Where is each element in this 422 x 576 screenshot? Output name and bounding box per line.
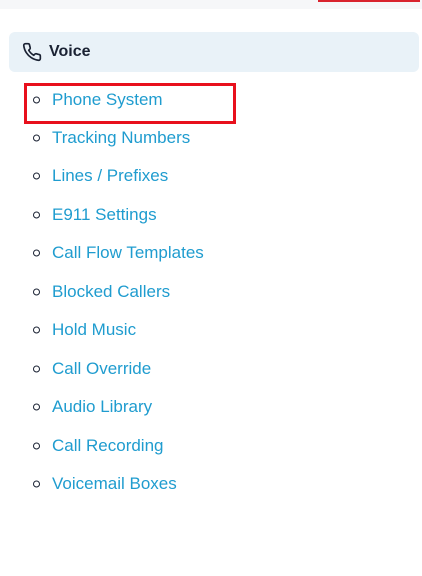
bullet-icon <box>33 134 40 142</box>
section-title: Voice <box>49 43 91 60</box>
nav-link-e911-settings[interactable]: E911 Settings <box>52 205 157 225</box>
nav-item-phone-system[interactable]: Phone System <box>0 82 300 118</box>
nav-link-hold-music[interactable]: Hold Music <box>52 320 136 340</box>
bullet-icon <box>33 96 40 104</box>
nav-item-voicemail-boxes[interactable]: Voicemail Boxes <box>0 466 300 502</box>
bullet-icon <box>33 172 40 180</box>
bullet-icon <box>33 403 40 411</box>
bullet-icon <box>33 365 40 373</box>
nav-item-call-override[interactable]: Call Override <box>0 351 300 387</box>
nav-link-call-recording[interactable]: Call Recording <box>52 436 164 456</box>
bullet-icon <box>33 288 40 296</box>
nav-item-e911-settings[interactable]: E911 Settings <box>0 197 300 233</box>
top-accent-line <box>318 0 420 2</box>
nav-link-voicemail-boxes[interactable]: Voicemail Boxes <box>52 474 177 494</box>
nav-item-tracking-numbers[interactable]: Tracking Numbers <box>0 120 300 156</box>
nav-item-hold-music[interactable]: Hold Music <box>0 312 300 348</box>
nav-link-call-override[interactable]: Call Override <box>52 359 151 379</box>
nav-item-blocked-callers[interactable]: Blocked Callers <box>0 274 300 310</box>
bullet-icon <box>33 211 40 219</box>
nav-item-call-flow-templates[interactable]: Call Flow Templates <box>0 235 300 271</box>
nav-item-lines-prefixes[interactable]: Lines / Prefixes <box>0 158 300 194</box>
nav-item-audio-library[interactable]: Audio Library <box>0 389 300 425</box>
phone-icon <box>21 41 43 63</box>
bullet-icon <box>33 326 40 334</box>
bullet-icon <box>33 249 40 257</box>
bullet-icon <box>33 480 40 488</box>
nav-link-call-flow-templates[interactable]: Call Flow Templates <box>52 243 204 263</box>
nav-link-audio-library[interactable]: Audio Library <box>52 397 152 417</box>
nav-link-blocked-callers[interactable]: Blocked Callers <box>52 282 170 302</box>
nav-link-tracking-numbers[interactable]: Tracking Numbers <box>52 128 190 148</box>
nav-link-phone-system[interactable]: Phone System <box>52 90 163 110</box>
nav-link-lines-prefixes[interactable]: Lines / Prefixes <box>52 166 168 186</box>
bullet-icon <box>33 442 40 450</box>
section-header-voice[interactable]: Voice <box>9 32 419 72</box>
nav-item-call-recording[interactable]: Call Recording <box>0 428 300 464</box>
